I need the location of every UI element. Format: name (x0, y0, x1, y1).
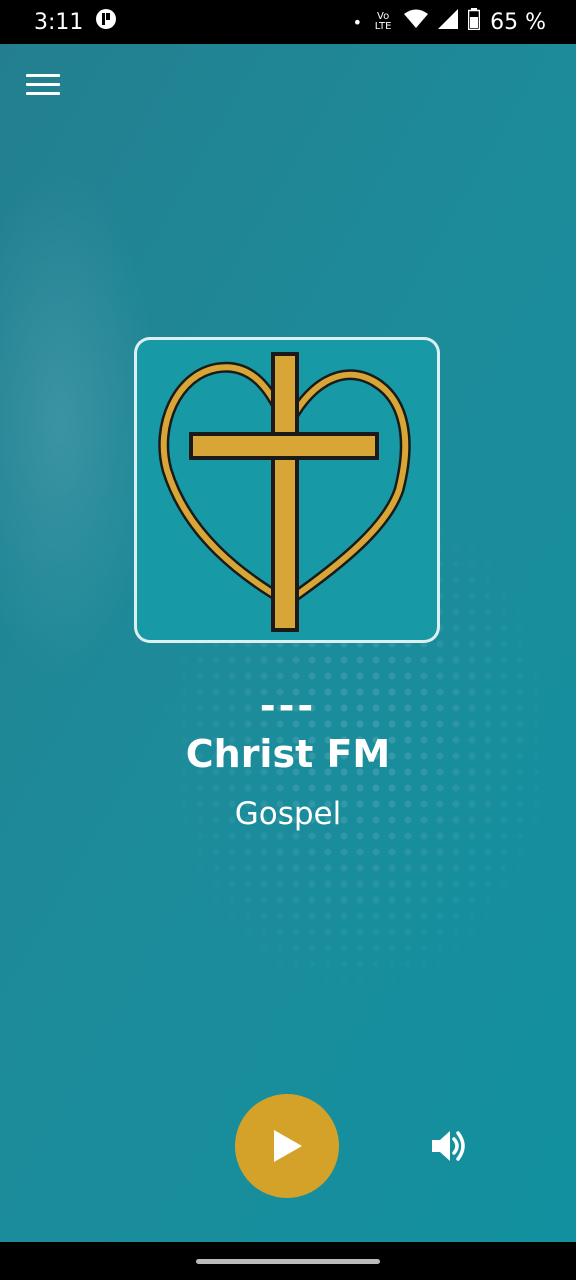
background-dot-map (0, 44, 576, 1242)
status-bar-right: • Vo LTE 65 % (353, 8, 546, 36)
status-time: 3:11 (34, 9, 84, 35)
app-notification-icon (95, 8, 117, 36)
station-artwork (134, 337, 440, 643)
status-bar-left: 3:11 (34, 8, 117, 36)
volume-icon (432, 1131, 465, 1161)
station-name: Christ FM (185, 732, 391, 776)
hamburger-menu-icon[interactable] (26, 74, 60, 98)
now-playing-text: --- (259, 684, 317, 728)
battery-percent: 65 % (490, 9, 546, 35)
battery-icon (467, 8, 481, 36)
play-icon (274, 1130, 302, 1162)
volte-icon: Vo LTE (374, 11, 392, 32)
status-bar: 3:11 • Vo LTE 65 % (0, 0, 576, 44)
station-genre: Gospel (234, 796, 342, 832)
play-button[interactable] (235, 1094, 339, 1198)
home-indicator[interactable] (196, 1259, 380, 1264)
system-nav-bar (0, 1242, 576, 1280)
notification-dot: • (352, 12, 363, 32)
player-screen: --- Christ FM Gospel (0, 44, 576, 1242)
signal-icon (438, 9, 459, 35)
wifi-icon (404, 9, 429, 35)
volume-button[interactable] (430, 1127, 470, 1165)
heart-cross-logo (158, 352, 411, 632)
